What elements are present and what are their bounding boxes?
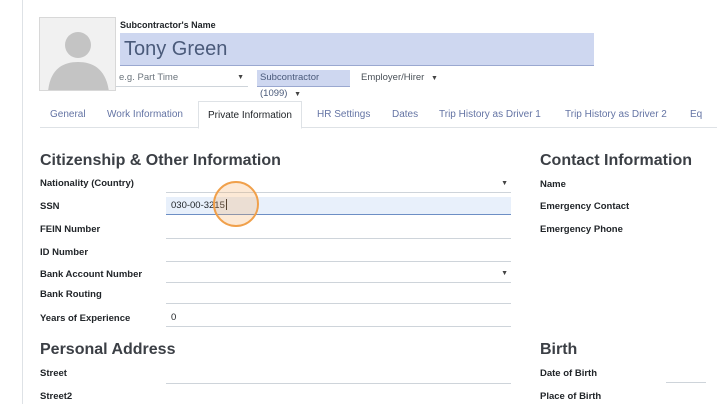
street-label: Street xyxy=(40,368,67,379)
date-of-birth-label: Date of Birth xyxy=(540,368,597,379)
tab-private-information[interactable]: Private Information xyxy=(198,101,302,129)
caret-down-icon: ▼ xyxy=(237,74,244,81)
date-of-birth-input[interactable] xyxy=(666,382,706,383)
left-border xyxy=(22,0,23,404)
subcontractor-name-input[interactable]: Tony Green xyxy=(120,33,594,66)
tab-trip-history-driver-2[interactable]: Trip History as Driver 2 xyxy=(565,101,667,128)
contact-section-title: Contact Information xyxy=(540,152,692,169)
person-silhouette-icon xyxy=(48,32,109,90)
tab-dates[interactable]: Dates xyxy=(392,101,418,128)
click-highlight xyxy=(213,181,259,227)
contact-name-label: Name xyxy=(540,179,566,190)
bank-account-number-label: Bank Account Number xyxy=(40,269,143,280)
id-number-input[interactable] xyxy=(166,244,511,262)
tab-trip-history-driver-1[interactable]: Trip History as Driver 1 xyxy=(439,101,541,128)
chevron-down-icon: ▼ xyxy=(431,75,438,82)
emergency-contact-label: Emergency Contact xyxy=(540,201,630,212)
nationality-label: Nationality (Country) xyxy=(40,178,134,189)
caret-down-icon: ▼ xyxy=(501,180,508,187)
bank-account-number-select[interactable]: ▼ xyxy=(166,265,511,283)
street-input[interactable] xyxy=(166,366,511,384)
subcontractor-type-value: Subcontractor (1099) xyxy=(260,72,320,99)
subcontractor-type-select[interactable]: Subcontractor (1099) ▼ xyxy=(257,70,350,99)
avatar-placeholder[interactable] xyxy=(39,17,116,91)
id-number-label: ID Number xyxy=(40,247,89,258)
years-of-experience-label: Years of Experience xyxy=(40,313,131,324)
tab-equipment-truncated[interactable]: Eq xyxy=(690,101,702,128)
emergency-phone-label: Emergency Phone xyxy=(540,224,623,235)
street2-label: Street2 xyxy=(40,391,73,402)
employer-type-value: Employer/Hirer xyxy=(361,72,425,83)
fein-number-input[interactable] xyxy=(166,221,511,239)
name-caption: Subcontractor's Name xyxy=(120,20,216,30)
tab-hr-settings[interactable]: HR Settings xyxy=(317,101,370,128)
tab-work-information[interactable]: Work Information xyxy=(107,101,183,128)
years-of-experience-input[interactable]: 0 xyxy=(166,309,511,327)
citizenship-section-title: Citizenship & Other Information xyxy=(40,152,281,169)
bank-routing-label: Bank Routing xyxy=(40,289,102,300)
personal-address-section-title: Personal Address xyxy=(40,341,176,358)
ssn-label: SSN xyxy=(40,201,60,212)
fein-number-label: FEIN Number xyxy=(40,224,101,235)
time-type-placeholder: e.g. Part Time xyxy=(119,72,179,83)
caret-down-icon: ▼ xyxy=(501,270,508,277)
bank-routing-input[interactable] xyxy=(166,286,511,304)
place-of-birth-label: Place of Birth xyxy=(540,391,602,402)
birth-section-title: Birth xyxy=(540,341,578,358)
notebook-tabs: General Work Information Private Informa… xyxy=(40,101,717,129)
time-type-select[interactable]: e.g. Part Time ▼ xyxy=(116,70,248,87)
employer-type-select[interactable]: Employer/Hirer ▼ xyxy=(358,70,474,87)
tab-general[interactable]: General xyxy=(50,101,86,128)
